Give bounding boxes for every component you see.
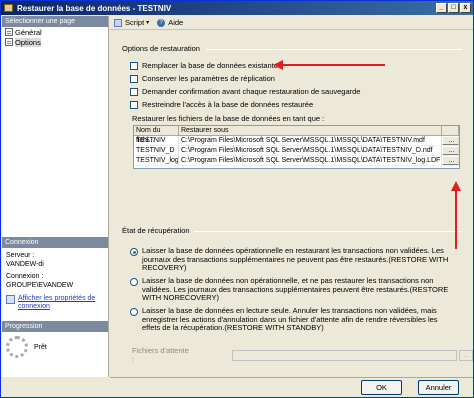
recovery-state-group-label: État de récupération bbox=[122, 226, 190, 235]
standby-file-row: Fichiers d'attente : ... bbox=[132, 346, 473, 364]
annotation-arrowhead-icon bbox=[273, 60, 283, 70]
server-label: Serveur : bbox=[6, 252, 35, 259]
file-name-cell: TESTNIV_log bbox=[136, 156, 179, 165]
checkbox[interactable] bbox=[130, 74, 138, 83]
chevron-down-icon[interactable]: ▾ bbox=[146, 19, 149, 26]
properties-icon bbox=[6, 295, 15, 304]
standby-file-label: Fichiers d'attente : bbox=[132, 346, 189, 364]
column-header-blank bbox=[442, 126, 459, 135]
column-header-restore-as[interactable]: Restaurer sous bbox=[179, 126, 442, 135]
restore-with-standby-label: Laisser la base de données en lecture se… bbox=[142, 306, 438, 332]
select-page-header: Sélectionner une page bbox=[2, 16, 108, 27]
divider bbox=[206, 49, 462, 50]
divider bbox=[194, 231, 462, 232]
script-button[interactable]: Script ▾ bbox=[114, 18, 149, 27]
annotation-arrow-vertical bbox=[455, 189, 457, 249]
restore-path-cell[interactable]: C:\Program Files\Microsoft SQL Server\MS… bbox=[179, 156, 442, 165]
connection-section: Connexion Serveur : VANDEW-di Connexion … bbox=[2, 237, 108, 313]
view-connection-properties-label: Afficher les propriétés de connexion bbox=[18, 295, 96, 310]
browse-button[interactable]: ... bbox=[442, 136, 459, 145]
restore-database-dialog: Restaurer la base de données - TESTNIV _… bbox=[0, 0, 474, 398]
prompt-before-restore-checkbox[interactable]: Demander confirmation avant chaque resta… bbox=[130, 87, 360, 96]
table-row[interactable]: TESTNIV_D C:\Program Files\Microsoft SQL… bbox=[134, 146, 459, 156]
restore-with-standby-radio[interactable]: Laisser la base de données en lecture se… bbox=[130, 306, 455, 333]
minimize-button[interactable]: _ bbox=[436, 3, 447, 13]
progress-status: Prêt bbox=[34, 343, 47, 351]
server-value: VANDEW-di bbox=[6, 261, 44, 268]
progress-status-row: Prêt bbox=[2, 332, 108, 362]
column-header-filename[interactable]: Nom du fichi... bbox=[134, 126, 179, 144]
annotation-arrowhead-icon bbox=[451, 181, 461, 191]
window-title: Restaurer la base de données - TESTNIV bbox=[17, 3, 172, 13]
grid-header: Nom du fichi... Restaurer sous bbox=[134, 126, 459, 144]
dialog-button-bar: OK Annuler bbox=[110, 377, 473, 397]
table-row[interactable]: TESTNIV_log C:\Program Files\Microsoft S… bbox=[134, 156, 459, 166]
browse-button[interactable]: ... bbox=[442, 156, 459, 165]
replace-database-checkbox[interactable]: Remplacer la base de données existante bbox=[130, 61, 278, 70]
sidebar-item-options[interactable]: Options bbox=[2, 37, 108, 47]
file-name-cell: TESTNIV_D bbox=[134, 146, 179, 155]
restore-path-cell[interactable]: C:\Program Files\Microsoft SQL Server\MS… bbox=[179, 136, 442, 145]
restrict-access-label: Restreindre l'accès à la base de données… bbox=[142, 100, 314, 109]
radio-button[interactable] bbox=[130, 308, 138, 316]
toolbar: Script ▾ ? Aide bbox=[110, 16, 473, 30]
connection-label: Connexion : bbox=[6, 273, 44, 280]
replace-database-label: Remplacer la base de données existante bbox=[142, 61, 278, 70]
page-icon bbox=[5, 28, 13, 36]
connection-value: GROUPE\EVANDEW bbox=[6, 282, 74, 289]
radio-button[interactable] bbox=[130, 248, 138, 256]
standby-file-input[interactable] bbox=[232, 349, 458, 361]
help-button[interactable]: ? Aide bbox=[157, 18, 183, 27]
radio-button[interactable] bbox=[130, 278, 138, 286]
table-row[interactable]: TESTNIV C:\Program Files\Microsoft SQL S… bbox=[134, 136, 459, 146]
connection-info: Serveur : VANDEW-di Connexion : GROUPE\E… bbox=[2, 248, 108, 293]
ok-button[interactable]: OK bbox=[361, 380, 402, 395]
left-pane: Sélectionner une page Général Options Co… bbox=[2, 16, 109, 377]
file-name-cell: TESTNIV bbox=[134, 136, 179, 145]
checkbox[interactable] bbox=[130, 100, 138, 109]
app-icon bbox=[4, 4, 13, 12]
browse-button[interactable]: ... bbox=[442, 146, 459, 155]
title-bar: Restaurer la base de données - TESTNIV _… bbox=[1, 1, 473, 15]
keep-replication-label: Conserver les paramètres de réplication bbox=[142, 74, 275, 83]
restore-options-group-label: Options de restauration bbox=[122, 44, 200, 53]
restore-with-norecovery-radio[interactable]: Laisser la base de données non opération… bbox=[130, 276, 455, 303]
progress-section: Progression Prêt bbox=[2, 321, 108, 362]
script-icon bbox=[114, 18, 122, 27]
restore-files-label: Restaurer les fichiers de la base de don… bbox=[132, 114, 325, 123]
options-page: Options de restauration Remplacer la bas… bbox=[110, 31, 473, 377]
connection-header: Connexion bbox=[2, 237, 108, 248]
prompt-before-restore-label: Demander confirmation avant chaque resta… bbox=[142, 87, 361, 96]
checkbox[interactable] bbox=[130, 87, 138, 96]
keep-replication-checkbox[interactable]: Conserver les paramètres de réplication bbox=[130, 74, 275, 83]
restore-with-recovery-label: Laisser la base de données opérationnell… bbox=[142, 246, 449, 272]
sidebar-item-label: Options bbox=[15, 37, 41, 47]
sidebar-item-general[interactable]: Général bbox=[2, 27, 108, 37]
help-icon: ? bbox=[157, 18, 166, 27]
page-icon bbox=[5, 38, 13, 46]
help-label: Aide bbox=[168, 18, 184, 27]
progress-spinner-icon bbox=[6, 336, 28, 358]
progress-header: Progression bbox=[2, 321, 108, 332]
maximize-button[interactable]: □ bbox=[448, 3, 459, 13]
restore-path-cell[interactable]: C:\Program Files\Microsoft SQL Server\MS… bbox=[179, 146, 442, 155]
sidebar-item-label: Général bbox=[15, 27, 42, 37]
restore-with-recovery-radio[interactable]: Laisser la base de données opérationnell… bbox=[130, 246, 455, 273]
restrict-access-checkbox[interactable]: Restreindre l'accès à la base de données… bbox=[130, 100, 313, 109]
script-label: Script bbox=[125, 18, 145, 27]
restore-with-norecovery-label: Laisser la base de données non opération… bbox=[142, 276, 449, 302]
checkbox[interactable] bbox=[130, 61, 138, 70]
annotation-arrow-horizontal bbox=[281, 64, 385, 66]
cancel-button[interactable]: Annuler bbox=[418, 380, 459, 395]
view-connection-properties-link[interactable]: Afficher les propriétés de connexion bbox=[2, 293, 108, 313]
close-button[interactable]: x bbox=[460, 3, 471, 13]
standby-browse-button[interactable]: ... bbox=[459, 349, 473, 361]
restore-files-grid[interactable]: Nom du fichi... Restaurer sous TESTNIV C… bbox=[133, 125, 460, 169]
